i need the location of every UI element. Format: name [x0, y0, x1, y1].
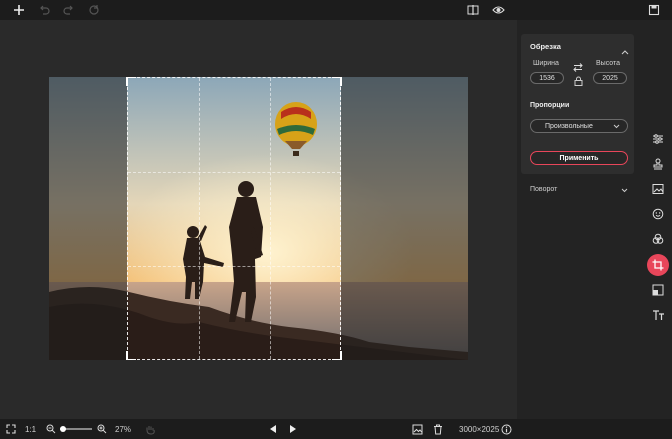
ratio-button[interactable]: 1:1 [25, 419, 36, 439]
height-input[interactable]: 2025 [593, 72, 627, 84]
color-circles-icon[interactable] [647, 228, 669, 250]
hand-icon[interactable] [145, 419, 155, 439]
chevron-up-icon[interactable] [621, 42, 629, 60]
next-arrow-icon[interactable] [289, 419, 297, 439]
text-icon[interactable] [647, 304, 669, 326]
apply-button[interactable]: Применить [530, 151, 628, 165]
adjust-sliders-icon[interactable] [647, 128, 669, 150]
rotate-title: Поворот [530, 186, 558, 193]
undo-icon[interactable] [36, 2, 52, 18]
top-toolbar [0, 0, 672, 20]
image-icon[interactable] [647, 178, 669, 200]
rotate-section[interactable]: Поворот [521, 179, 634, 203]
prev-arrow-icon[interactable] [269, 419, 277, 439]
zoom-value: 27% [115, 424, 132, 434]
proportion-title: Пропорции [530, 102, 570, 109]
compare-icon[interactable] [465, 2, 481, 18]
zoom-out-icon[interactable] [46, 419, 56, 439]
chevron-down-icon [613, 124, 620, 129]
crop-handle-bottom-right[interactable] [332, 351, 342, 360]
crop-handle-bottom-left[interactable] [126, 351, 136, 360]
zoom-slider[interactable] [60, 419, 92, 439]
reset-icon[interactable] [86, 2, 102, 18]
crop-title: Обрезка [530, 42, 561, 51]
width-label: Ширина [533, 60, 559, 67]
zoom-in-icon[interactable] [97, 419, 107, 439]
image-library-icon[interactable] [412, 419, 423, 439]
photo-image [49, 77, 468, 360]
crop-dim-left [49, 77, 127, 360]
smiley-icon[interactable] [647, 203, 669, 225]
crop-tool-icon[interactable] [647, 254, 669, 276]
save-icon[interactable] [646, 2, 662, 18]
crop-grid-line [128, 172, 340, 173]
zoom-slider-thumb[interactable] [60, 426, 66, 432]
eye-icon[interactable] [490, 2, 506, 18]
info-icon[interactable] [501, 419, 512, 439]
crop-grid-line [128, 266, 340, 267]
crop-grid-line [270, 78, 271, 359]
crop-settings-card: Обрезка Ширина Высота 1536 2025 Пропорци… [521, 34, 634, 174]
crop-frame[interactable] [126, 77, 342, 360]
plus-icon[interactable] [11, 2, 27, 18]
lock-icon[interactable] [574, 73, 583, 91]
height-label: Высота [596, 60, 621, 67]
width-input[interactable]: 1536 [530, 72, 564, 84]
trash-icon[interactable] [433, 419, 443, 439]
fullscreen-icon[interactable] [6, 419, 16, 439]
image-dimensions: 3000×2025 [459, 424, 500, 434]
crop-grid-line [199, 78, 200, 359]
bottom-bar: 1:1 27% 3000×2025 [0, 419, 672, 439]
proportion-value: Произвольные [545, 122, 593, 130]
redo-icon[interactable] [61, 2, 77, 18]
proportion-select[interactable]: Произвольные [530, 119, 628, 133]
canvas-area [0, 20, 517, 419]
crop-handle-top-right[interactable] [332, 77, 342, 86]
crop-handle-top-left[interactable] [126, 77, 136, 86]
stamp-icon[interactable] [647, 153, 669, 175]
crop-dim-right [341, 77, 468, 360]
resize-icon[interactable] [647, 279, 669, 301]
chevron-down-icon [621, 188, 628, 193]
